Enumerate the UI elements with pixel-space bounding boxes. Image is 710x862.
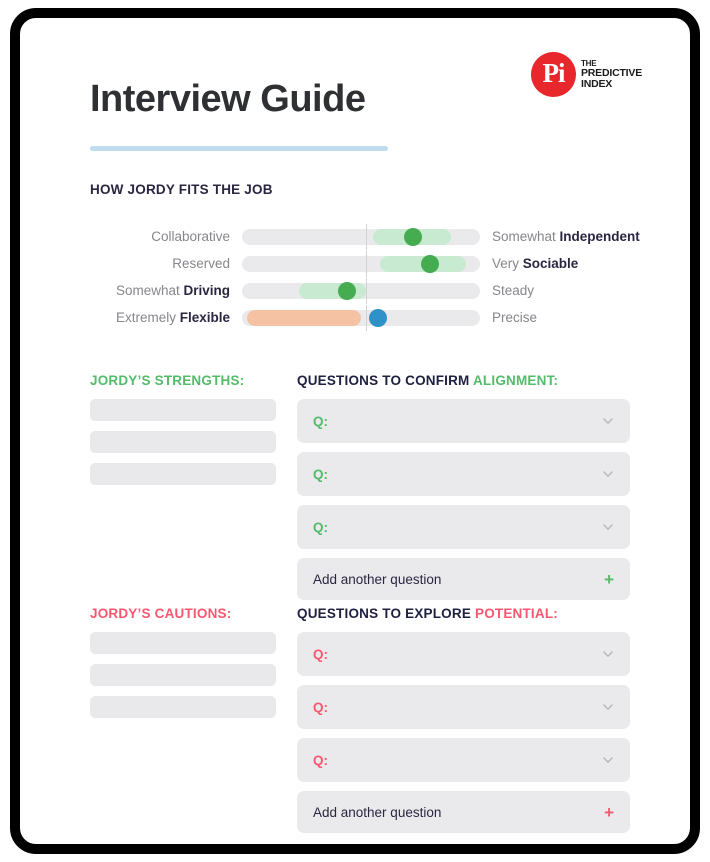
cautions-fields — [90, 632, 276, 718]
behavior-bar-dot — [368, 308, 387, 327]
behavior-bar-left-label: Somewhat Driving — [115, 283, 230, 298]
strengths-block: JORDY’S STRENGTHS: — [90, 373, 276, 495]
document-page: Interview Guide Pi THE PREDICTIVE INDEX … — [20, 18, 690, 844]
add-alignment-question-label: Add another question — [313, 571, 442, 587]
behavior-bar-left-label: Extremely Flexible — [115, 310, 230, 325]
chevron-down-icon[interactable] — [602, 415, 614, 427]
pi-logo-monogram: Pi — [542, 58, 565, 88]
question-row[interactable]: Q: — [297, 505, 630, 549]
caution-field[interactable] — [90, 632, 276, 654]
pi-logo-icon: Pi — [530, 52, 576, 97]
question-prefix: Q: — [313, 413, 328, 429]
fit-section-heading: HOW JORDY FITS THE JOB — [90, 182, 273, 197]
strength-field[interactable] — [90, 399, 276, 421]
plus-icon: + — [604, 569, 614, 589]
behavior-bar-track — [242, 277, 480, 304]
predictive-index-logo: Pi THE PREDICTIVE INDEX — [530, 52, 642, 97]
behavior-bar-midline — [365, 277, 367, 304]
behavior-bar-right-label: Steady — [492, 283, 535, 298]
potential-heading-accent: POTENTIAL: — [474, 606, 558, 621]
behavior-bar-right-label: Somewhat Independent — [492, 229, 640, 244]
behavior-bar-dot — [421, 254, 440, 273]
chevron-down-icon[interactable] — [602, 521, 614, 533]
behavior-bar-row: Collaborative Somewhat Independent — [90, 223, 670, 250]
question-prefix: Q: — [313, 699, 328, 715]
potential-question-list: Q: Q: Q: — [297, 632, 630, 782]
plus-icon: + — [604, 802, 614, 822]
question-prefix: Q: — [313, 752, 328, 768]
alignment-heading-accent: ALIGNMENT: — [472, 373, 559, 388]
logo-word-line-3: INDEX — [580, 77, 613, 90]
question-row[interactable]: Q: — [297, 632, 630, 676]
alignment-heading: QUESTIONS TO CONFIRM ALIGNMENT: — [297, 373, 630, 388]
add-potential-question-button[interactable]: Add another question + — [297, 791, 630, 833]
question-row[interactable]: Q: — [297, 452, 630, 496]
question-row[interactable]: Q: — [297, 738, 630, 782]
potential-heading: QUESTIONS TO EXPLORE POTENTIAL: — [297, 606, 630, 621]
caution-field[interactable] — [90, 696, 276, 718]
logo-word-line-2: PREDICTIVE — [580, 66, 642, 79]
question-prefix: Q: — [313, 519, 328, 535]
strengths-fields — [90, 399, 276, 485]
behavior-bar-range — [299, 282, 366, 299]
potential-heading-plain: QUESTIONS TO EXPLORE — [297, 606, 475, 621]
caution-field[interactable] — [90, 664, 276, 686]
behavior-bar-range — [246, 309, 361, 326]
logo-wordmark: THE PREDICTIVE INDEX — [580, 59, 642, 90]
behavior-bar-dot — [404, 227, 423, 246]
behavior-bar-right-label: Very Sociable — [492, 256, 579, 271]
strengths-heading: JORDY’S STRENGTHS: — [90, 373, 245, 388]
alignment-question-list: Q: Q: Q: — [297, 399, 630, 549]
add-alignment-question-button[interactable]: Add another question + — [297, 558, 630, 600]
cautions-block: JORDY’S CAUTIONS: — [90, 606, 276, 728]
behavior-bar-midline — [365, 223, 367, 250]
question-row[interactable]: Q: — [297, 685, 630, 729]
add-potential-question-label: Add another question — [313, 804, 442, 820]
behavior-bar-track — [242, 250, 480, 277]
question-prefix: Q: — [313, 466, 328, 482]
chevron-down-icon[interactable] — [602, 648, 614, 660]
question-row[interactable]: Q: — [297, 399, 630, 443]
document-page-frame: Interview Guide Pi THE PREDICTIVE INDEX … — [10, 8, 700, 854]
page-title: Interview Guide — [90, 78, 366, 120]
question-prefix: Q: — [313, 646, 328, 662]
behavior-bar-right-label: Precise — [492, 310, 538, 325]
chevron-down-icon[interactable] — [602, 754, 614, 766]
behavior-bar-track — [242, 304, 480, 331]
document-header: Interview Guide Pi THE PREDICTIVE INDEX — [90, 46, 662, 136]
alignment-questions-block: QUESTIONS TO CONFIRM ALIGNMENT: Q: Q: Q: A… — [297, 373, 630, 600]
behavior-bar-midline — [365, 304, 367, 331]
behavioral-pattern-chart: Collaborative Somewhat Independent Reserve… — [90, 223, 670, 331]
behavior-bar-midline — [365, 250, 367, 277]
cautions-heading: JORDY’S CAUTIONS: — [90, 606, 232, 621]
behavior-bar-row: Reserved Very Sociable — [90, 250, 670, 277]
behavior-bar-track — [242, 223, 480, 250]
alignment-heading-plain: QUESTIONS TO CONFIRM — [297, 373, 473, 388]
chevron-down-icon[interactable] — [602, 701, 614, 713]
behavior-bar-left-label: Reserved — [172, 256, 230, 271]
behavior-bar-left-label: Collaborative — [151, 229, 230, 244]
potential-questions-block: QUESTIONS TO EXPLORE POTENTIAL: Q: Q: Q: A… — [297, 606, 630, 833]
behavior-bar-row: Somewhat Driving Steady — [90, 277, 670, 304]
strength-field[interactable] — [90, 463, 276, 485]
behavior-bar-dot — [337, 281, 356, 300]
chevron-down-icon[interactable] — [602, 468, 614, 480]
behavior-bar-row: Extremely Flexible Precise — [90, 304, 670, 331]
title-underline-rule — [90, 146, 388, 151]
strength-field[interactable] — [90, 431, 276, 453]
